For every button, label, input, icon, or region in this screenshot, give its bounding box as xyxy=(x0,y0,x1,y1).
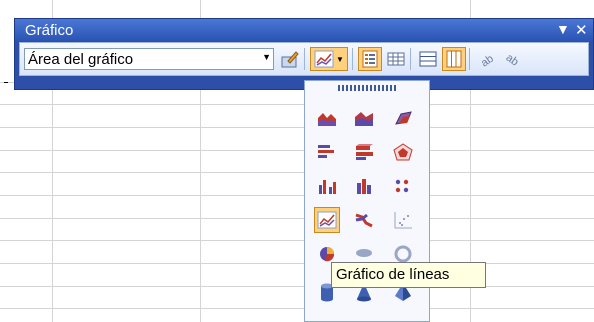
by-column-icon xyxy=(446,50,462,68)
legend-button[interactable] xyxy=(358,47,382,71)
format-chart-area-button[interactable] xyxy=(278,47,302,71)
toolbar-title-bar[interactable]: Gráfico ▼ ✕ xyxy=(15,19,593,41)
3d-pie-chart-icon xyxy=(356,249,372,257)
line-chart-icon xyxy=(314,50,334,68)
sheet-cell-marker xyxy=(4,82,8,83)
radar-chart-button[interactable] xyxy=(390,139,416,165)
3d-bar-chart-icon xyxy=(356,144,373,160)
by-column-button[interactable] xyxy=(442,47,466,71)
radar-chart-icon xyxy=(393,143,413,161)
3d-surface-chart-icon xyxy=(395,111,412,125)
pie-chart-icon xyxy=(320,247,335,262)
chart-objects-value: Área del gráfico xyxy=(28,51,134,68)
by-row-button[interactable] xyxy=(416,47,440,71)
chevron-down-icon[interactable]: ▼ xyxy=(262,52,271,62)
by-row-icon xyxy=(419,51,437,67)
toolbar-title: Gráfico xyxy=(25,22,74,39)
angle-text-downward-button[interactable]: ab xyxy=(475,47,499,71)
chart-type-tooltip: Gráfico de líneas xyxy=(331,262,486,288)
toolbar-options-icon[interactable]: ▼ xyxy=(556,21,570,37)
angle-text-upward-button[interactable]: ab xyxy=(502,47,526,71)
angle-text-down-icon: ab xyxy=(479,53,496,68)
palette-drag-handle[interactable] xyxy=(338,85,396,91)
line-chart-icon xyxy=(317,211,337,229)
scatter-chart-button[interactable] xyxy=(390,173,416,199)
data-table-button[interactable] xyxy=(384,47,408,71)
area-chart-icon xyxy=(318,113,336,126)
format-chart-area-icon xyxy=(281,51,299,68)
xy-scatter-lines-button[interactable] xyxy=(390,207,416,233)
bar-chart-icon xyxy=(318,145,334,158)
bar-chart-button[interactable] xyxy=(314,139,340,165)
3d-line-chart-button[interactable] xyxy=(351,207,377,233)
3d-area-chart-button[interactable] xyxy=(351,105,377,131)
line-chart-button[interactable] xyxy=(314,207,340,233)
3d-area-chart-icon xyxy=(355,112,373,126)
toolbar-buttons-row: Área del gráfico ▼ ▼ ab ab xyxy=(19,42,589,76)
3d-surface-chart-button[interactable] xyxy=(390,105,416,131)
doughnut-chart-icon xyxy=(394,245,412,263)
3d-column-chart-icon xyxy=(357,179,371,194)
scatter-chart-icon xyxy=(395,179,409,193)
3d-line-chart-icon xyxy=(355,213,373,228)
data-table-icon xyxy=(387,52,405,66)
3d-column-chart-button[interactable] xyxy=(351,173,377,199)
chart-type-chevron-icon: ▼ xyxy=(336,54,344,64)
close-icon[interactable]: ✕ xyxy=(575,21,588,39)
column-chart-button[interactable] xyxy=(314,173,340,199)
chart-type-button[interactable]: ▼ xyxy=(310,47,348,71)
angle-text-up-icon: ab xyxy=(505,52,521,68)
legend-icon xyxy=(362,50,378,68)
3d-bar-chart-button[interactable] xyxy=(351,139,377,165)
xy-scatter-lines-icon xyxy=(394,212,412,229)
column-chart-icon xyxy=(319,180,336,194)
svg-text:ab: ab xyxy=(505,52,521,68)
area-chart-button[interactable] xyxy=(314,105,340,131)
svg-text:ab: ab xyxy=(479,53,496,68)
chart-objects-dropdown[interactable]: Área del gráfico ▼ xyxy=(24,48,274,70)
